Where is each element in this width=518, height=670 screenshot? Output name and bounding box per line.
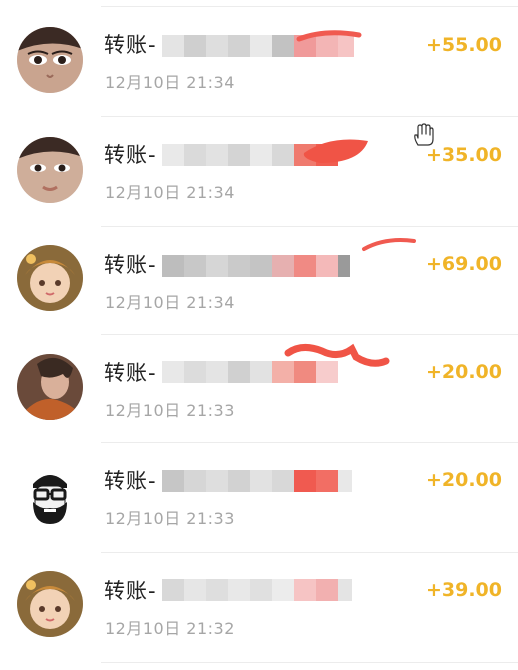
red-scribble [362,238,416,251]
transaction-time: 12月10日 21:34 [105,73,235,92]
transaction-title: 转账- [104,361,157,385]
transaction-amount: +35.00 [425,144,502,166]
transaction-time: 12月10日 21:33 [105,509,235,528]
portrait-avatar-icon[interactable] [17,354,83,420]
transaction-row[interactable]: 转账- 12月10日 21:34 +69.00 [0,227,518,335]
woman-eyes-avatar-icon[interactable] [17,27,83,93]
redacted-name [162,254,350,278]
doll-avatar-icon[interactable] [17,571,83,637]
bearded-man-avatar-icon[interactable] [17,462,83,528]
red-scribble [303,139,368,163]
transaction-time: 12月10日 21:34 [105,293,235,312]
transaction-amount: +55.00 [425,34,502,56]
transaction-row[interactable]: 转账- 12月10日 21:33 +20.00 [0,335,518,443]
transaction-title: 转账- [104,33,157,57]
transaction-row[interactable]: 转账- 12月10日 21:33 +20.00 [0,443,518,551]
transaction-row[interactable]: 转账- 12月10日 21:32 +39.00 [0,553,518,661]
transaction-time: 12月10日 21:34 [105,183,235,202]
transaction-title: 转账- [104,143,157,167]
divider [101,662,518,663]
redacted-name [162,578,352,602]
transaction-amount: +39.00 [425,579,502,601]
transaction-row[interactable]: 转账- 12月10日 21:34 +55.00 [0,7,518,115]
transaction-time: 12月10日 21:33 [105,401,235,420]
transaction-title: 转账- [104,253,157,277]
red-scribble [284,343,390,367]
red-scribble [296,30,362,42]
hand-cursor-icon [414,123,434,146]
transaction-amount: +20.00 [425,469,502,491]
transaction-amount: +20.00 [425,361,502,383]
transaction-list: 转账- 12月10日 21:34 +55.00 转账- 12月10日 21:34… [0,0,518,670]
transaction-title: 转账- [104,469,157,493]
transaction-amount: +69.00 [425,253,502,275]
transaction-time: 12月10日 21:32 [105,619,235,638]
transaction-row[interactable]: 转账- 12月10日 21:34 +35.00 [0,117,518,225]
transaction-title: 转账- [104,579,157,603]
redacted-name [162,469,352,493]
woman-face-avatar-icon[interactable] [17,137,83,203]
doll-avatar-icon[interactable] [17,245,83,311]
